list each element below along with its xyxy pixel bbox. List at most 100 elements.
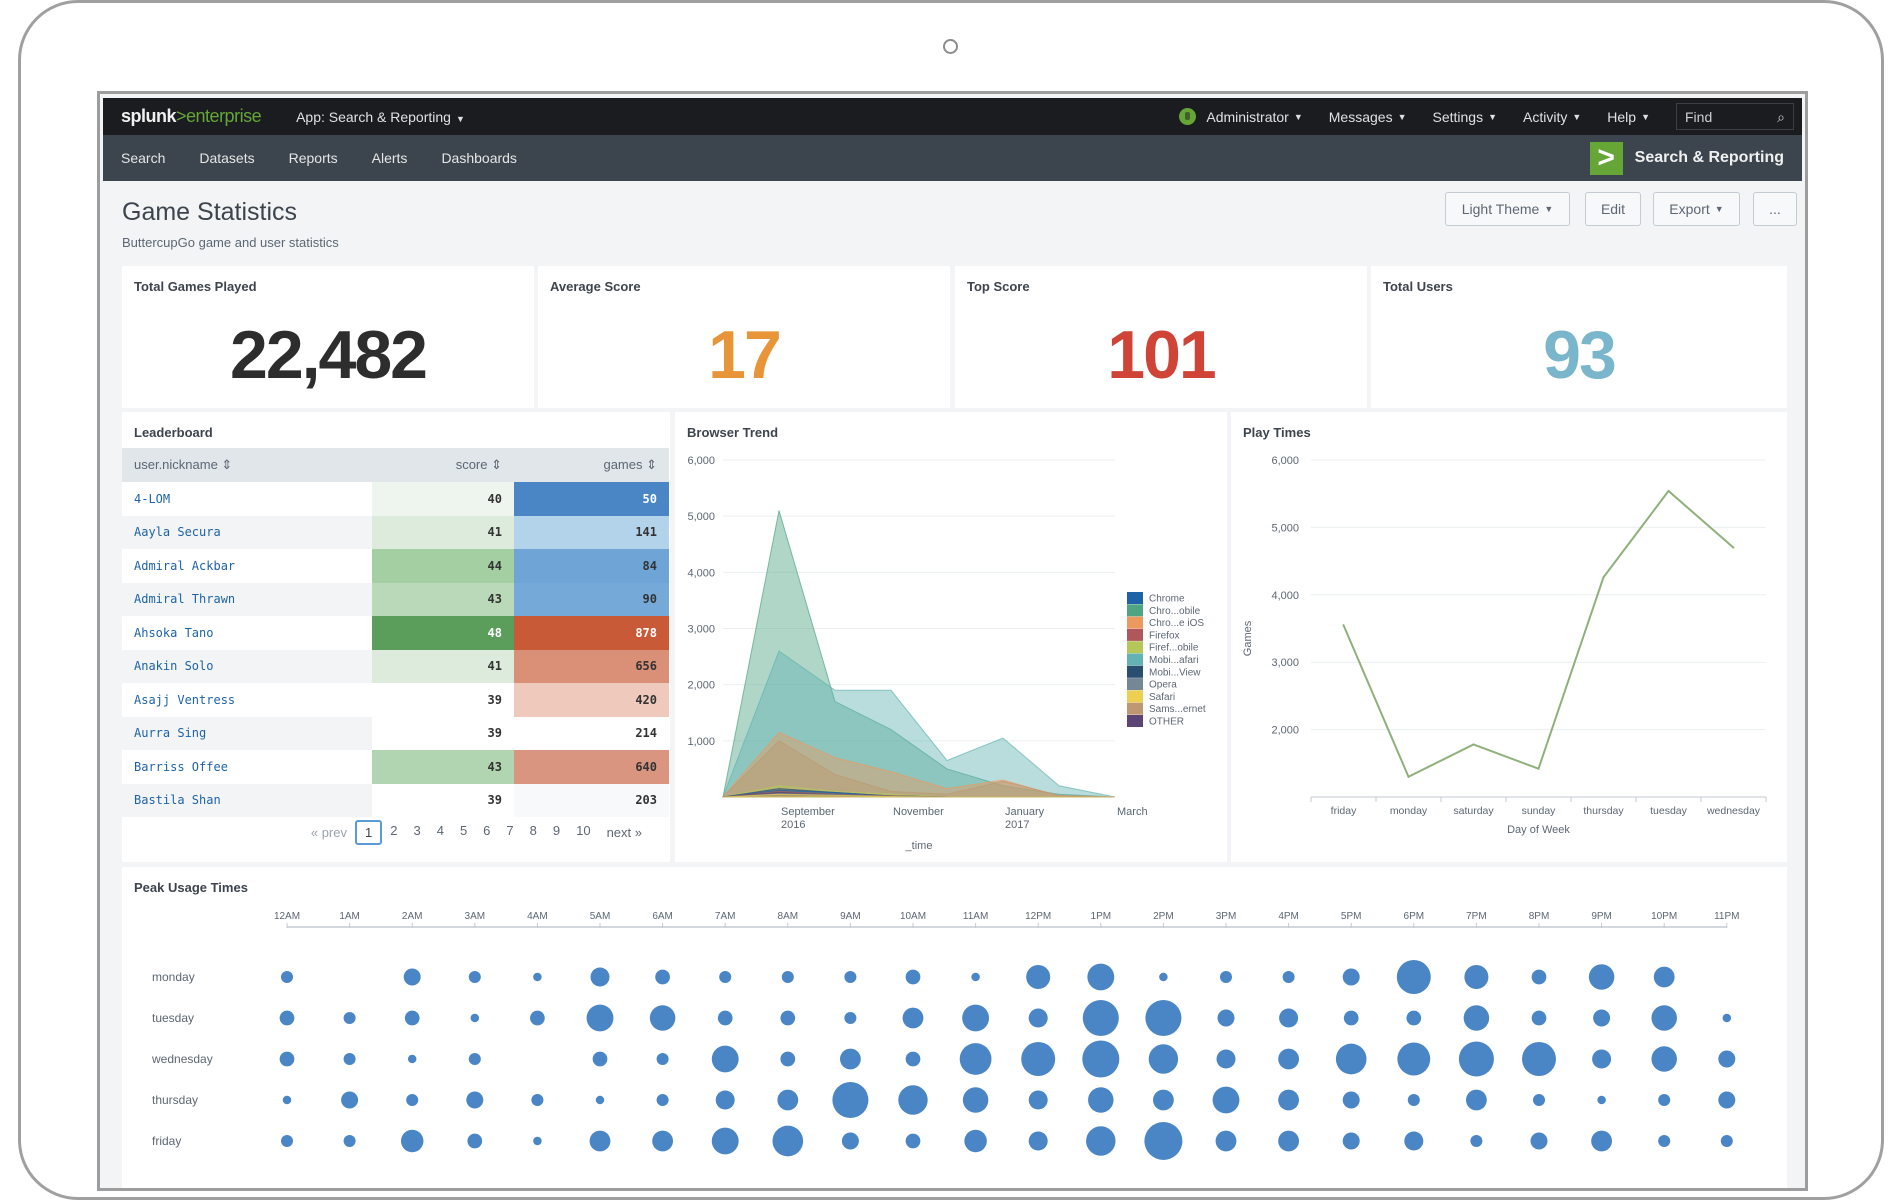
single-value: 22,482	[230, 317, 428, 393]
nav-dashboards[interactable]: Dashboards	[441, 150, 517, 166]
legend-swatch	[1127, 616, 1143, 629]
page-link[interactable]: 9	[545, 820, 568, 845]
usage-bubble	[468, 1052, 481, 1066]
hour-label: 7AM	[715, 911, 736, 922]
nickname-cell[interactable]: Asajj Ventress	[122, 683, 372, 717]
usage-bubble	[1592, 1049, 1612, 1069]
table-row: Anakin Solo 41 656	[122, 649, 669, 683]
data-point	[1667, 490, 1670, 493]
usage-bubble	[1463, 1005, 1490, 1031]
logo-chevron: >	[176, 106, 187, 126]
nickname-cell[interactable]: Anakin Solo	[122, 649, 372, 683]
y-tick-label: 6,000	[1271, 455, 1299, 467]
table-row: Asajj Ventress 39 420	[122, 683, 669, 717]
panel-total-games: Total Games Played 22,482	[122, 266, 534, 408]
usage-bubble	[466, 1091, 484, 1109]
peak-usage-chart: 12AM 1AM 2AM 3AM 4AM 5AM 6AM 7AM 8AM 9AM 10AM 11AM 1…	[151, 911, 1739, 1160]
usage-bubble	[1531, 1010, 1547, 1026]
x-tick-label: saturday	[1453, 805, 1494, 817]
export-dropdown[interactable]: Export ▼	[1653, 192, 1740, 226]
pagination: « prev 1 2 3 4 5 6 7 8 9 10 next »	[122, 820, 670, 845]
nickname-cell[interactable]: Aayla Secura	[122, 515, 372, 549]
panel-title: Leaderboard	[134, 425, 213, 440]
edit-button[interactable]: Edit	[1585, 192, 1641, 226]
usage-bubble	[1215, 1130, 1237, 1152]
usage-bubble	[905, 1133, 921, 1149]
play-times-chart: 6,000 5,000 4,000 3,000 2,000 friday monday sat…	[1242, 455, 1767, 836]
nav-alerts[interactable]: Alerts	[372, 150, 408, 166]
nickname-cell[interactable]: Ahsoka Tano	[122, 616, 372, 650]
y-tick-label: 2,000	[1271, 725, 1299, 737]
usage-bubble	[1458, 1041, 1494, 1077]
usage-bubble	[781, 970, 794, 984]
nav-reports[interactable]: Reports	[289, 150, 338, 166]
usage-bubble	[1651, 1046, 1677, 1072]
more-button[interactable]: ...	[1753, 192, 1797, 226]
usage-bubble	[652, 1130, 674, 1152]
hour-label: 9PM	[1591, 911, 1612, 922]
hour-label: 1PM	[1091, 911, 1112, 922]
line-series-games	[1342, 489, 1735, 779]
menu-activity[interactable]: Activity ▼	[1523, 109, 1581, 125]
usage-bubble	[1028, 1131, 1048, 1151]
games-cell: 214	[514, 716, 669, 750]
usage-bubble	[1718, 1050, 1736, 1068]
usage-bubble	[1597, 1095, 1606, 1105]
menu-messages[interactable]: Messages ▼	[1329, 109, 1407, 125]
column-header-games[interactable]: games ⇕	[514, 448, 669, 482]
app-title[interactable]: Search & Reporting	[1635, 149, 1784, 167]
prev-page-link[interactable]: « prev	[303, 822, 355, 843]
page-link[interactable]: 5	[452, 820, 475, 845]
column-header-nickname[interactable]: user.nickname ⇕	[122, 448, 372, 482]
page-link[interactable]: 3	[405, 820, 428, 845]
hour-label: 5PM	[1341, 911, 1362, 922]
nav-search[interactable]: Search	[121, 150, 165, 166]
nickname-cell[interactable]: Barriss Offee	[122, 750, 372, 784]
menu-settings[interactable]: Settings ▼	[1433, 109, 1498, 125]
x-tick-label: November	[893, 806, 944, 818]
page-link[interactable]: 4	[429, 820, 452, 845]
column-header-score[interactable]: score ⇕	[372, 448, 514, 482]
hour-label: 6PM	[1404, 911, 1425, 922]
table-row: Aurra Sing 39 214	[122, 716, 669, 750]
nickname-cell[interactable]: Aurra Sing	[122, 716, 372, 750]
page-link[interactable]: 2	[382, 820, 405, 845]
x-tick-label: tuesday	[1650, 805, 1688, 817]
usage-bubble	[1282, 970, 1295, 984]
page-link[interactable]: 7	[498, 820, 521, 845]
nickname-cell[interactable]: 4-LOM	[122, 482, 372, 516]
splunk-logo[interactable]: splunk>enterprise	[121, 106, 262, 127]
next-page-link[interactable]: next »	[599, 822, 650, 843]
menu-help[interactable]: Help ▼	[1607, 109, 1650, 125]
y-tick-label: 1,000	[687, 736, 715, 748]
usage-bubble	[1335, 1043, 1367, 1075]
nickname-cell[interactable]: Bastila Shan	[122, 783, 372, 817]
usage-bubble	[1532, 1093, 1546, 1107]
nav-datasets[interactable]: Datasets	[199, 150, 254, 166]
nickname-cell[interactable]: Admiral Thrawn	[122, 582, 372, 616]
score-cell: 41	[372, 649, 514, 683]
page-link[interactable]: 10	[568, 820, 598, 845]
find-input[interactable]: Find ⌕	[1676, 103, 1794, 130]
page-link[interactable]: 1	[355, 820, 383, 845]
nickname-cell[interactable]: Admiral Ackbar	[122, 549, 372, 583]
theme-dropdown[interactable]: Light Theme ▼	[1445, 192, 1570, 226]
usage-bubble	[777, 1089, 799, 1111]
hour-label: 11PM	[1714, 911, 1739, 922]
app-menu[interactable]: App: Search & Reporting ▼	[296, 109, 465, 125]
export-label: Export	[1669, 201, 1710, 217]
table-row: Admiral Ackbar 44 84	[122, 549, 669, 583]
score-cell: 39	[372, 783, 514, 817]
browser-trend-chart: 6,0005,0004,0003,0002,0001,000September2…	[687, 455, 1205, 852]
usage-bubble	[1343, 1010, 1359, 1026]
menu-administrator[interactable]: Administrator ▼	[1179, 108, 1303, 125]
usage-bubble	[589, 1130, 611, 1152]
page-link[interactable]: 6	[475, 820, 498, 845]
usage-bubble	[656, 1093, 669, 1107]
hour-label: 8AM	[778, 911, 799, 922]
usage-bubble	[964, 1129, 987, 1153]
data-point	[1602, 576, 1605, 579]
page-link[interactable]: 8	[522, 820, 545, 845]
usage-bubble	[280, 970, 294, 984]
usage-bubble	[962, 1004, 990, 1032]
